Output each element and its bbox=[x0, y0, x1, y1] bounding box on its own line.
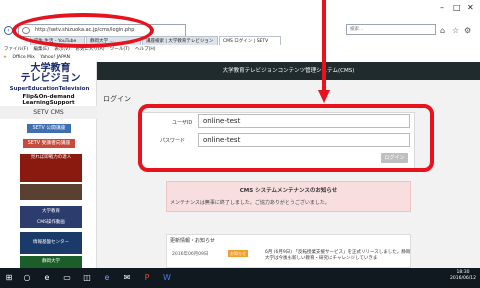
star-icon[interactable]: ☆ bbox=[452, 26, 459, 35]
word-icon[interactable]: W bbox=[160, 271, 174, 285]
url-highlight-ellipse bbox=[12, 13, 154, 48]
tab-label: 講座検索 | 大学教育テレビジョン bbox=[146, 39, 214, 44]
menu-help[interactable]: ヘルプ(H) bbox=[135, 47, 155, 52]
windows-start-icon[interactable]: ⊞ bbox=[2, 271, 16, 285]
site-logo[interactable]: 大学教育 テレビジョン bbox=[8, 64, 93, 84]
public-course-button[interactable]: SETV 公開講座 bbox=[27, 124, 71, 133]
banner-text: 情報基盤センター bbox=[33, 240, 69, 245]
down-arrow-icon bbox=[318, 0, 330, 103]
banner-expert[interactable]: 見れば即戦力の達人 bbox=[20, 154, 82, 182]
banner-university[interactable]: 静岡大学 bbox=[20, 256, 82, 268]
gear-icon[interactable]: ⚙ bbox=[464, 26, 471, 35]
favorites-star-icon: ★ bbox=[3, 55, 8, 60]
powerpoint-icon[interactable]: P bbox=[140, 271, 154, 285]
news-date: 2016年06月09日 bbox=[172, 252, 209, 257]
logo-subtitle: SuperEducationTelevision bbox=[9, 86, 90, 92]
news-title: 更新情報・お知らせ bbox=[170, 238, 215, 244]
tab-cms-login[interactable]: CMS ログイン | SETV bbox=[219, 36, 281, 45]
news-badge: お知らせ bbox=[228, 250, 248, 257]
home-icon[interactable]: ⌂ bbox=[440, 26, 445, 35]
tab-course-search[interactable]: 講座検索 | 大学教育テレビジョン bbox=[142, 36, 218, 45]
menu-file[interactable]: ファイル(F) bbox=[4, 47, 28, 52]
banner-text: 静岡大学 bbox=[42, 259, 60, 264]
fav-yahoo[interactable]: Yahoo! JAPAN bbox=[40, 55, 70, 60]
logo-tagline: Flip&On-demand LearningSupport bbox=[22, 94, 75, 106]
banner-text: 見れば即戦力の達人 bbox=[30, 155, 72, 160]
menu-edit[interactable]: 編集(E) bbox=[34, 47, 49, 52]
screen: ‹ http://setv.shizuoka.ac.jp/cms/login.p… bbox=[0, 0, 480, 288]
mail-icon[interactable]: ✉ bbox=[120, 271, 134, 285]
page-title: ログイン bbox=[103, 95, 131, 103]
fav-office-mix[interactable]: Office Mix bbox=[12, 55, 34, 60]
search-placeholder: 検索... bbox=[350, 27, 364, 32]
logo-line2: テレビジョン bbox=[20, 73, 81, 84]
maximize-icon[interactable]: □ bbox=[453, 3, 461, 12]
news-text[interactable]: 6月 (6月9日) 「反転授業支援サービス」を正式リリースしました。静岡大学は今… bbox=[265, 250, 411, 262]
favorites-bar: ★ Office Mix Yahoo! JAPAN bbox=[0, 54, 480, 62]
banner-cms-guide[interactable]: 大学教育 CMS操作動画 bbox=[20, 206, 82, 228]
folder-icon[interactable]: ▭ bbox=[60, 271, 74, 285]
minimize-icon[interactable]: – bbox=[440, 3, 444, 12]
browser-search-input[interactable]: 検索... bbox=[346, 24, 436, 35]
banner-info-center[interactable]: 情報基盤センター bbox=[20, 232, 82, 254]
banner-text: CMS操作動画 bbox=[37, 220, 65, 225]
login-highlight-rect bbox=[138, 104, 434, 172]
menu-view[interactable]: 表示(V) bbox=[54, 47, 70, 52]
store-icon[interactable]: ◫ bbox=[80, 271, 94, 285]
menu-tools[interactable]: ツール(T) bbox=[110, 47, 130, 52]
ie-icon[interactable]: e bbox=[100, 271, 114, 285]
sidebar-section-title: SETV CMS bbox=[0, 106, 97, 119]
banner-video[interactable] bbox=[20, 184, 82, 200]
clock-date: 2016/06/12 bbox=[450, 276, 476, 281]
search-icon[interactable]: ○ bbox=[20, 271, 34, 285]
tab-label: CMS ログイン | SETV bbox=[223, 39, 269, 44]
edge-icon[interactable]: e bbox=[40, 271, 54, 285]
close-icon[interactable]: ✕ bbox=[467, 3, 474, 12]
page-header: 大学教育テレビジョンコンテンツ管理システム(CMS) bbox=[97, 62, 480, 80]
notice-title: CMS システムメンテナンスのお知らせ bbox=[239, 188, 338, 194]
taskbar-clock[interactable]: 18:30 2016/06/12 bbox=[446, 270, 480, 282]
banner-text: 大学教育 bbox=[42, 209, 60, 214]
student-course-button[interactable]: SETV 受講者向講座 bbox=[23, 139, 75, 148]
notice-text: メンテナンスは無事に終了しました。ご協力ありがとうございました。 bbox=[170, 200, 330, 206]
